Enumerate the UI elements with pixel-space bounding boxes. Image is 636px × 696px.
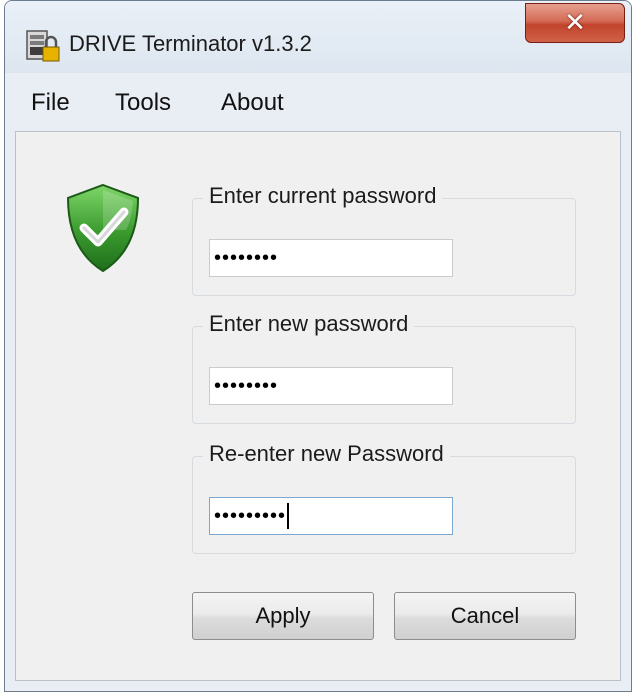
apply-button[interactable]: Apply — [192, 592, 374, 640]
current-password-group: Enter current password •••••••• — [192, 183, 576, 296]
content-panel: Enter current password •••••••• Enter ne… — [15, 131, 621, 681]
app-window: DRIVE Terminator v1.3.2 ✕ File Tools Abo… — [4, 0, 632, 692]
new-password-input[interactable]: •••••••• — [209, 367, 453, 405]
menu-about[interactable]: About — [221, 89, 284, 117]
text-caret — [287, 503, 290, 529]
confirm-password-value: ••••••••• — [214, 505, 287, 527]
confirm-password-input[interactable]: ••••••••• — [209, 497, 453, 535]
new-password-group: Enter new password •••••••• — [192, 311, 576, 424]
shield-check-icon — [66, 183, 140, 273]
title-bar[interactable]: DRIVE Terminator v1.3.2 ✕ — [5, 1, 631, 73]
drive-lock-icon — [26, 30, 60, 62]
menu-file[interactable]: File — [31, 89, 70, 117]
window-title: DRIVE Terminator v1.3.2 — [69, 31, 312, 56]
new-password-label: Enter new password — [203, 311, 415, 337]
cancel-button[interactable]: Cancel — [394, 592, 576, 640]
menu-tools[interactable]: Tools — [115, 89, 171, 117]
confirm-password-label: Re-enter new Password — [203, 441, 450, 467]
current-password-input[interactable]: •••••••• — [209, 239, 453, 277]
menu-bar: File Tools About — [5, 83, 631, 123]
confirm-password-group: Re-enter new Password ••••••••• — [192, 441, 576, 554]
current-password-label: Enter current password — [203, 183, 443, 209]
close-button[interactable]: ✕ — [525, 3, 625, 43]
close-icon: ✕ — [564, 8, 586, 38]
